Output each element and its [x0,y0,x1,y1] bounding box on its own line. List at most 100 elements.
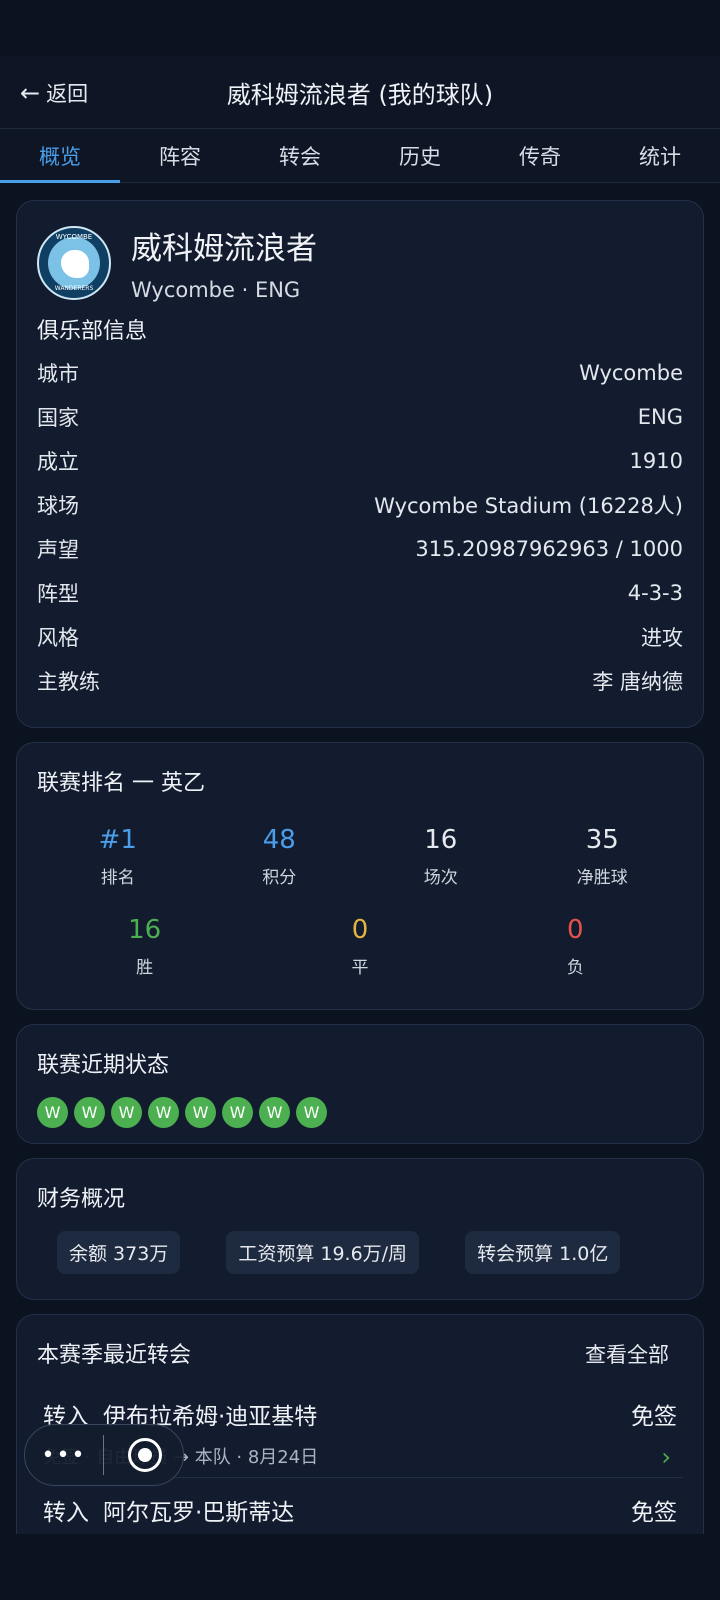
info-label: 国家 [37,406,79,430]
stat-value: #1 [98,825,137,855]
form-result-badge: W [111,1097,142,1128]
back-label: 返回 [46,81,89,106]
tab-transfers[interactable]: 转会 [240,129,360,182]
tab-stats[interactable]: 统计 [600,129,720,182]
floating-control[interactable]: ••• [24,1424,184,1486]
info-label: 风格 [37,626,79,650]
stat-rank: #1 排名 [37,825,199,888]
top-bar: ← 返回 威科姆流浪者 (我的球队) [0,56,720,129]
info-value: Wycombe [579,361,683,385]
info-row-stadium: 球场 Wycombe Stadium (16228人) [37,483,683,527]
transfer-direction: 转入 [43,1500,89,1526]
form-title: 联赛近期状态 [37,1053,170,1078]
info-label: 球场 [37,494,79,518]
info-value: ENG [637,405,683,429]
club-info-card: WYCOMBE WANDERERS 威科姆流浪者 Wycombe · ENG 俱… [16,200,704,728]
league-title: 联赛排名 一 英乙 [37,771,205,796]
stat-played: 16 场次 [360,825,522,888]
club-header: WYCOMBE WANDERERS 威科姆流浪者 Wycombe · ENG [37,223,317,302]
info-value: Wycombe Stadium (16228人) [374,494,683,518]
club-info-list: 城市 Wycombe 国家 ENG 成立 1910 球场 Wycombe Stadium… [37,351,683,703]
tab-overview[interactable]: 概览 [0,129,120,183]
finance-pills: 余额 373万 工资预算 19.6万/周 转会预算 1.0亿 [57,1231,621,1274]
stat-draws: 0 平 [252,915,467,978]
stat-label: 胜 [136,958,154,978]
info-value: 1910 [629,449,683,473]
stat-value: 0 [567,915,584,945]
page-title: 威科姆流浪者 (我的球队) [226,80,494,109]
transfer-list-item[interactable]: 转入 阿尔瓦罗·巴斯蒂达 免签 [43,1493,677,1527]
view-all-button[interactable]: 查看全部 [585,1339,669,1369]
divider [103,1435,104,1475]
info-label: 声望 [37,538,79,562]
transfer-player-line: 转入 阿尔瓦罗·巴斯蒂达 [43,1493,294,1527]
league-standing-card: 联赛排名 一 英乙 #1 排名 48 积分 16 场次 35 净胜球 16 胜 … [16,742,704,1010]
tab-squad[interactable]: 阵容 [120,129,240,182]
stat-value: 48 [262,825,296,855]
club-name: 威科姆流浪者 [131,231,317,267]
status-bar [0,0,720,56]
stat-value: 35 [585,825,619,855]
recent-form-card: 联赛近期状态 W W W W W W W W [16,1024,704,1144]
tab-bar: 概览 阵容 转会 历史 传奇 统计 [0,129,720,183]
back-arrow-icon: ← [20,78,41,107]
stat-label: 平 [351,958,369,978]
stat-label: 排名 [100,868,135,888]
balance-pill: 余额 373万 [57,1231,181,1274]
chevron-right-icon[interactable]: › [661,1443,671,1471]
form-result-badge: W [74,1097,105,1128]
bottom-nav-area [0,1534,720,1600]
club-info-heading: 俱乐部信息 [37,319,148,344]
transfer-main-line: 转入 阿尔瓦罗·巴斯蒂达 免签 [43,1493,677,1527]
transfer-fee: 免签 [631,1404,677,1430]
stat-label: 负 [566,958,584,978]
stat-value: 16 [424,825,458,855]
info-label: 阵型 [37,582,79,606]
back-button[interactable]: ← 返回 [20,56,88,129]
info-row-founded: 成立 1910 [37,439,683,483]
finance-card: 财务概况 余额 373万 工资预算 19.6万/周 转会预算 1.0亿 [16,1158,704,1300]
transfer-budget-pill: 转会预算 1.0亿 [465,1231,621,1274]
tab-legends[interactable]: 传奇 [480,129,600,182]
finance-title: 财务概况 [37,1187,126,1212]
info-row-city: 城市 Wycombe [37,351,683,395]
info-label: 主教练 [37,670,100,694]
form-result-badge: W [259,1097,290,1128]
crest-bottom-text: WANDERERS [54,284,94,292]
info-label: 成立 [37,450,79,474]
form-results: W W W W W W W W [37,1097,327,1128]
stat-value: 16 [128,915,162,945]
stat-label: 净胜球 [576,868,628,888]
form-result-badge: W [37,1097,68,1128]
stat-goal-diff: 35 净胜球 [522,825,684,888]
club-subtitle: Wycombe · ENG [131,278,301,302]
form-result-badge: W [185,1097,216,1128]
stat-label: 场次 [423,868,458,888]
stat-losses: 0 负 [468,915,683,978]
stat-label: 积分 [262,868,297,888]
form-result-badge: W [296,1097,327,1128]
transfers-title: 本赛季最近转会 [37,1343,192,1368]
transfer-fee: 免签 [631,1500,677,1526]
league-stats-row-1: #1 排名 48 积分 16 场次 35 净胜球 [37,825,683,888]
info-row-reputation: 声望 315.20987962963 / 1000 [37,527,683,571]
info-row-manager: 主教练 李 唐纳德 [37,659,683,703]
tab-history[interactable]: 历史 [360,129,480,182]
info-row-formation: 阵型 4-3-3 [37,571,683,615]
info-row-country: 国家 ENG [37,395,683,439]
stat-value: 0 [351,915,369,945]
info-row-style: 风格 进攻 [37,615,683,659]
form-result-badge: W [148,1097,179,1128]
crest-top-text: WYCOMBE [55,232,93,241]
info-label: 城市 [37,362,79,386]
stat-wins: 16 胜 [37,915,252,978]
info-value: 进攻 [641,626,683,650]
info-value: 315.20987962963 / 1000 [415,537,683,561]
transfer-player: 阿尔瓦罗·巴斯蒂达 [103,1500,295,1526]
more-icon[interactable]: ••• [25,1443,103,1468]
info-value: 4-3-3 [627,581,683,605]
wage-budget-pill: 工资预算 19.6万/周 [226,1231,420,1274]
stat-points: 48 积分 [199,825,361,888]
league-stats-row-2: 16 胜 0 平 0 负 [37,915,683,978]
record-icon[interactable] [128,1438,162,1472]
